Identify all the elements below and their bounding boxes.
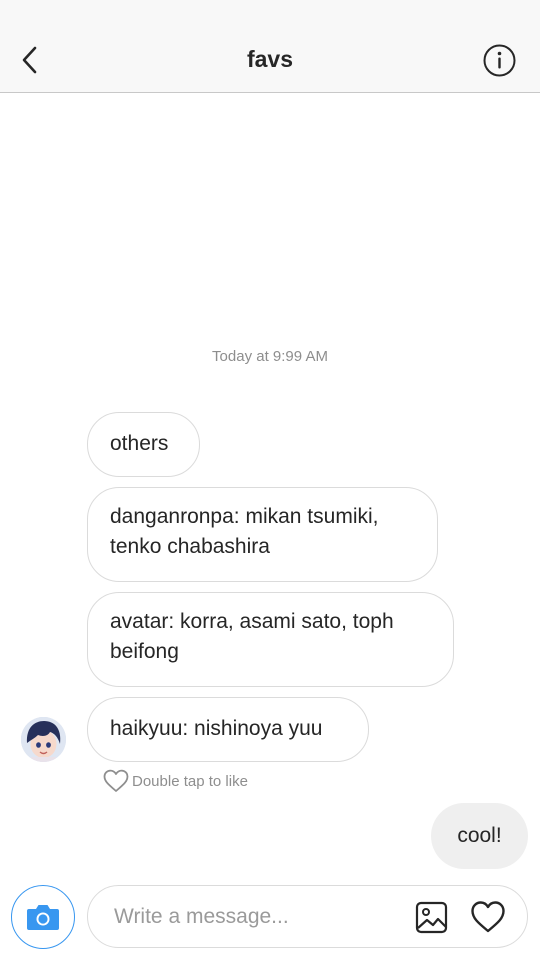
top-bar: favs <box>0 0 540 93</box>
received-message[interactable]: danganronpa: mikan tsumiki, tenko chabas… <box>87 487 438 582</box>
info-button[interactable] <box>483 44 516 77</box>
info-icon <box>483 44 516 77</box>
received-message[interactable]: haikyuu: nishinoya yuu <box>87 697 369 762</box>
conversation-title: favs <box>246 46 294 72</box>
like-hint-text: Double tap to like <box>132 772 248 790</box>
message-text-line: avatar: korra, asami sato, toph <box>110 610 394 633</box>
image-icon <box>415 901 448 934</box>
heart-outline-icon <box>103 769 129 792</box>
sender-avatar[interactable] <box>21 717 66 762</box>
message-text-line: tenko chabashira <box>110 535 270 558</box>
message-input[interactable] <box>114 900 404 934</box>
message-text: cool! <box>457 824 502 847</box>
gallery-button[interactable] <box>415 901 448 934</box>
like-hint[interactable]: Double tap to like <box>103 768 248 794</box>
like-button[interactable] <box>470 900 506 934</box>
avatar-image <box>21 717 66 762</box>
received-message[interactable]: others <box>87 412 200 477</box>
message-text-line: beifong <box>110 640 179 663</box>
message-text-line: danganronpa: mikan tsumiki, <box>110 505 379 528</box>
camera-icon <box>27 905 59 930</box>
camera-button-inner <box>17 891 69 943</box>
received-message[interactable]: avatar: korra, asami sato, toph beifong <box>87 592 454 687</box>
sent-message[interactable]: cool! <box>431 803 528 869</box>
message-text: haikyuu: nishinoya yuu <box>110 717 323 740</box>
message-text: others <box>110 432 169 455</box>
message-timestamp: Today at 9:99 AM <box>212 348 328 365</box>
heart-icon <box>471 901 505 933</box>
message-composer <box>87 885 528 948</box>
camera-button[interactable] <box>11 885 75 949</box>
